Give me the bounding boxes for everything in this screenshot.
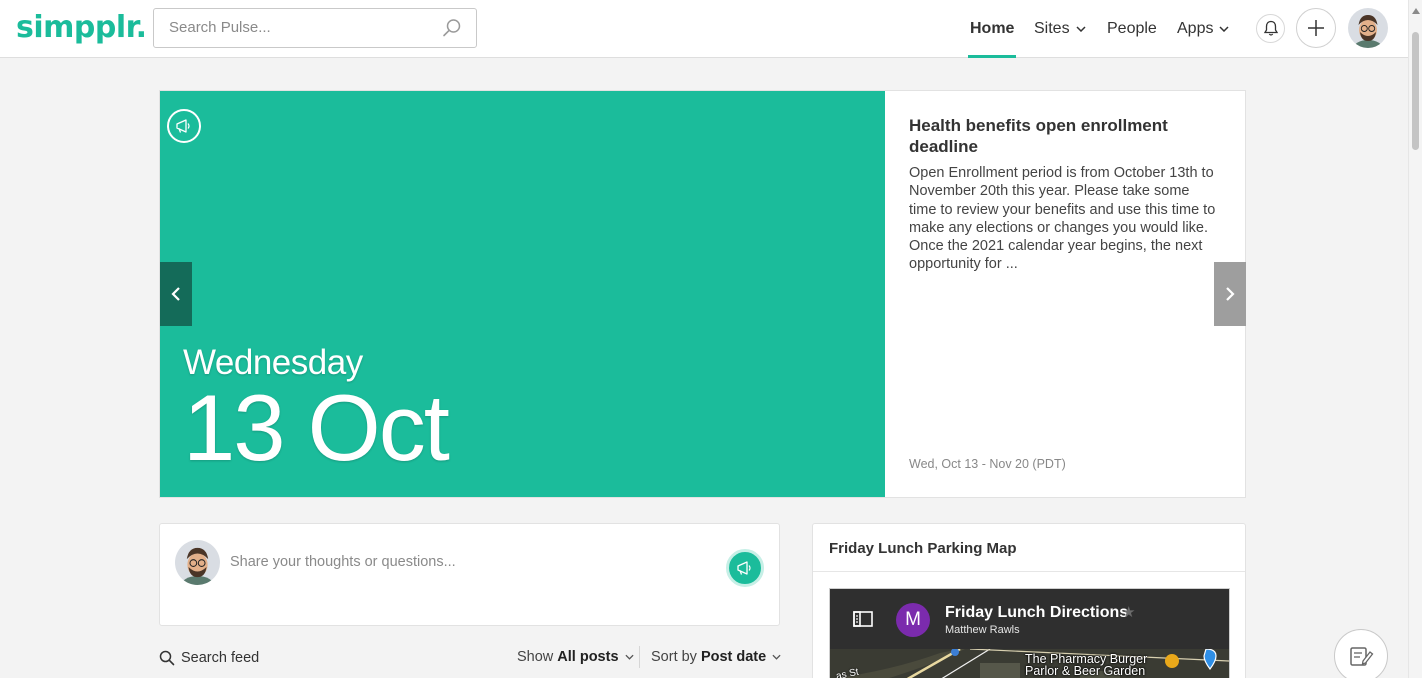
megaphone-icon (737, 561, 751, 575)
nav-sites-label: Sites (1034, 20, 1070, 37)
featured-carousel: Wednesday 13 Oct Health benefits open en… (159, 90, 1246, 498)
sort-label: Sort by (651, 649, 697, 665)
carousel-previous-button[interactable] (160, 262, 192, 326)
embedded-map[interactable]: M Friday Lunch Directions Matthew Rawls … (829, 588, 1230, 678)
nav-sites[interactable]: Sites (1034, 0, 1086, 58)
sidebar-toggle-icon[interactable] (852, 610, 874, 633)
chevron-down-icon (1219, 26, 1229, 32)
search-icon (159, 650, 175, 666)
megaphone-icon (167, 109, 201, 143)
sort-value: Post date (700, 649, 767, 665)
create-plus-icon[interactable] (1296, 8, 1336, 48)
show-posts-dropdown[interactable]: Show All posts (517, 649, 634, 665)
scrollbar-thumb[interactable] (1412, 32, 1419, 150)
top-navigation-bar: simpplr. Home Sites People Apps (0, 0, 1408, 58)
chevron-left-icon (171, 287, 180, 301)
search-feed-label: Search feed (181, 650, 260, 666)
map-owner-avatar: M (896, 603, 930, 637)
nav-apps[interactable]: Apps (1177, 0, 1229, 58)
notification-bell-icon[interactable] (1256, 14, 1285, 43)
filter-divider (639, 646, 640, 668)
slide-date-range: Wed, Oct 13 - Nov 20 (PDT) (909, 457, 1066, 471)
floating-compose-button[interactable] (1334, 629, 1388, 678)
map-author: Matthew Rawls (945, 624, 1020, 636)
star-icon[interactable]: ★ (1122, 603, 1135, 621)
nav-people-label: People (1107, 20, 1157, 37)
slide-summary: Open Enrollment period is from October 1… (909, 165, 1216, 273)
nav-apps-label: Apps (1177, 20, 1214, 37)
post-type-megaphone-button[interactable] (726, 549, 764, 587)
chevron-down-icon (772, 654, 781, 660)
simpplr-logo[interactable]: simpplr. (16, 10, 147, 45)
global-search[interactable] (153, 8, 477, 48)
nav-home-label: Home (970, 20, 1015, 37)
post-composer[interactable]: Share your thoughts or questions... (159, 523, 780, 626)
search-input[interactable] (169, 19, 429, 36)
nav-people[interactable]: People (1107, 0, 1157, 58)
chevron-down-icon (624, 654, 634, 660)
user-avatar (175, 540, 220, 585)
show-value: All posts (557, 649, 619, 665)
parking-map-widget: Friday Lunch Parking Map M Friday Lunch … (812, 523, 1246, 678)
nav-home[interactable]: Home (967, 0, 1017, 58)
map-poi-label: The Pharmacy Burger Parlor & Beer Garden (1025, 652, 1148, 678)
scroll-up-arrow-icon[interactable] (1412, 8, 1420, 14)
search-feed-button[interactable]: Search feed (159, 650, 259, 666)
carousel-slide-image[interactable]: Wednesday 13 Oct (160, 91, 885, 497)
search-icon[interactable] (442, 18, 462, 43)
composer-input[interactable]: Share your thoughts or questions... (230, 554, 456, 570)
page-scrollbar[interactable] (1408, 0, 1422, 678)
map-image[interactable]: The Pharmacy Burger Parlor & Beer Garden… (830, 649, 1229, 678)
sort-by-dropdown[interactable]: Sort by Post date (651, 649, 781, 665)
chevron-right-icon (1226, 287, 1235, 301)
widget-title: Friday Lunch Parking Map (829, 540, 1017, 557)
user-avatar[interactable] (1348, 8, 1388, 48)
map-header: M Friday Lunch Directions Matthew Rawls … (830, 589, 1229, 649)
map-title[interactable]: Friday Lunch Directions (945, 604, 1128, 622)
chevron-down-icon (1076, 26, 1086, 32)
widget-divider (813, 571, 1245, 572)
slide-title[interactable]: Health benefits open enrollment deadline (909, 115, 1209, 157)
show-label: Show (517, 649, 554, 665)
slide-date: 13 Oct (183, 375, 450, 480)
edit-note-icon (1350, 647, 1374, 666)
